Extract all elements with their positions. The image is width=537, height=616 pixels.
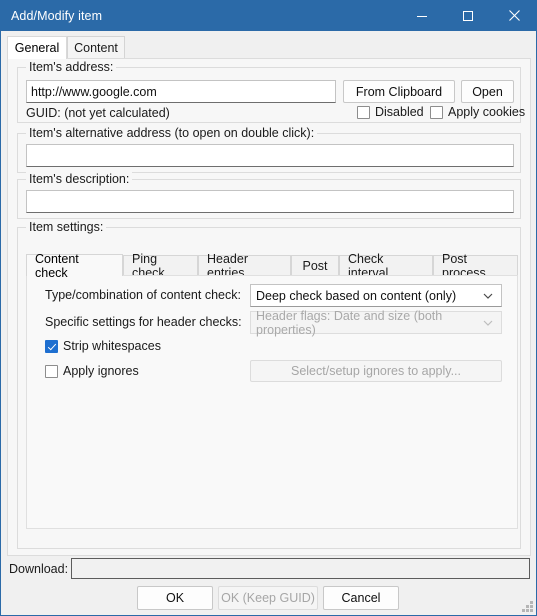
alt-address-group-title: Item's alternative address (to open on d…: [26, 126, 318, 140]
tab-general[interactable]: General: [7, 36, 67, 59]
tab-check-interval[interactable]: Check interval: [339, 252, 433, 280]
maximize-button[interactable]: [445, 0, 491, 31]
apply-ignores-checkbox-box[interactable]: [45, 364, 58, 378]
cancel-button-label: Cancel: [341, 591, 381, 605]
tab-general-label: General: [14, 41, 60, 55]
tab-ping-check[interactable]: Ping check: [123, 252, 198, 280]
open-button[interactable]: Open: [461, 80, 514, 103]
tab-content-label: Content: [74, 40, 118, 55]
select-ignores-label: Select/setup ignores to apply...: [290, 364, 461, 378]
content-check-panel: Type/combination of content check: Deep …: [26, 275, 518, 529]
close-button[interactable]: [491, 0, 536, 31]
resize-grip[interactable]: [521, 600, 533, 612]
title-bar[interactable]: Add/Modify item: [1, 0, 536, 31]
minimize-icon: [417, 15, 427, 17]
ok-button[interactable]: OK: [137, 586, 213, 610]
download-label: Download:: [9, 562, 69, 576]
header-checks-combo[interactable]: Header flags: Date and size (both proper…: [250, 308, 502, 337]
cancel-button[interactable]: Cancel: [323, 586, 399, 610]
apply-cookies-checkbox[interactable]: Apply cookies: [430, 105, 525, 119]
type-combination-label: Type/combination of content check:: [45, 288, 241, 302]
header-checks-value: Header flags: Date and size (both proper…: [256, 308, 443, 337]
outer-tab-strip: General Content: [7, 36, 531, 59]
minimize-button[interactable]: [399, 0, 445, 31]
apply-cookies-checkbox-label: Apply cookies: [448, 105, 526, 119]
disabled-checkbox-box[interactable]: [357, 105, 370, 119]
item-address-group: Item's address: From Clipboard Open GUID…: [17, 60, 525, 123]
ok-keep-guid-button[interactable]: OK (Keep GUID): [218, 586, 318, 610]
alt-address-input[interactable]: [26, 144, 514, 167]
guid-text: GUID: (not yet calculated): [26, 106, 170, 120]
window-controls: [399, 0, 536, 31]
tab-content-check-label: Content check: [35, 251, 79, 280]
disabled-checkbox-label: Disabled: [375, 105, 424, 119]
item-address-group-title: Item's address:: [26, 60, 117, 74]
description-group-title: Item's description:: [26, 172, 133, 186]
chevron-down-icon: [483, 320, 493, 326]
apply-cookies-checkbox-box[interactable]: [430, 105, 443, 119]
apply-ignores-checkbox[interactable]: Apply ignores: [45, 364, 139, 378]
general-tab-panel: Item's address: From Clipboard Open GUID…: [7, 58, 531, 556]
item-settings-tab-strip: Content check Ping check Header entries …: [26, 252, 518, 280]
window-title: Add/Modify item: [11, 8, 103, 23]
ok-keep-guid-button-label: OK (Keep GUID): [221, 591, 315, 605]
download-progress-bar: [71, 558, 530, 579]
disabled-checkbox[interactable]: Disabled: [357, 105, 424, 119]
description-group: Item's description:: [17, 172, 521, 219]
tab-post-process[interactable]: Post process: [433, 252, 518, 280]
from-clipboard-button[interactable]: From Clipboard: [343, 80, 455, 103]
tab-content[interactable]: Content: [67, 36, 125, 58]
ok-button-label: OK: [165, 591, 185, 605]
address-input[interactable]: [26, 80, 336, 103]
add-modify-item-dialog: Add/Modify item General Content Item's a…: [0, 0, 537, 616]
chevron-down-icon: [483, 293, 493, 299]
description-input[interactable]: [26, 190, 514, 213]
item-settings-group: Item settings: Content check Ping check …: [17, 220, 521, 549]
strip-whitespaces-checkbox-box[interactable]: [45, 339, 58, 353]
item-settings-group-title: Item settings:: [26, 220, 107, 234]
alt-address-group: Item's alternative address (to open on d…: [17, 126, 521, 173]
select-ignores-button[interactable]: Select/setup ignores to apply...: [250, 360, 502, 382]
header-checks-label: Specific settings for header checks:: [45, 315, 242, 329]
tab-content-check[interactable]: Content check: [26, 252, 123, 280]
from-clipboard-label: From Clipboard: [355, 84, 443, 99]
tab-post[interactable]: Post: [291, 255, 339, 276]
type-combination-value: Deep check based on content (only): [256, 288, 457, 303]
maximize-icon: [463, 10, 473, 21]
type-combination-combo[interactable]: Deep check based on content (only): [250, 284, 502, 307]
close-icon: [508, 10, 520, 21]
tab-post-label: Post: [302, 259, 328, 273]
strip-whitespaces-checkbox[interactable]: Strip whitespaces: [45, 339, 161, 353]
tab-header-entries[interactable]: Header entries: [198, 252, 291, 280]
open-label: Open: [472, 84, 503, 99]
strip-whitespaces-checkbox-label: Strip whitespaces: [63, 339, 161, 353]
apply-ignores-checkbox-label: Apply ignores: [63, 364, 139, 378]
